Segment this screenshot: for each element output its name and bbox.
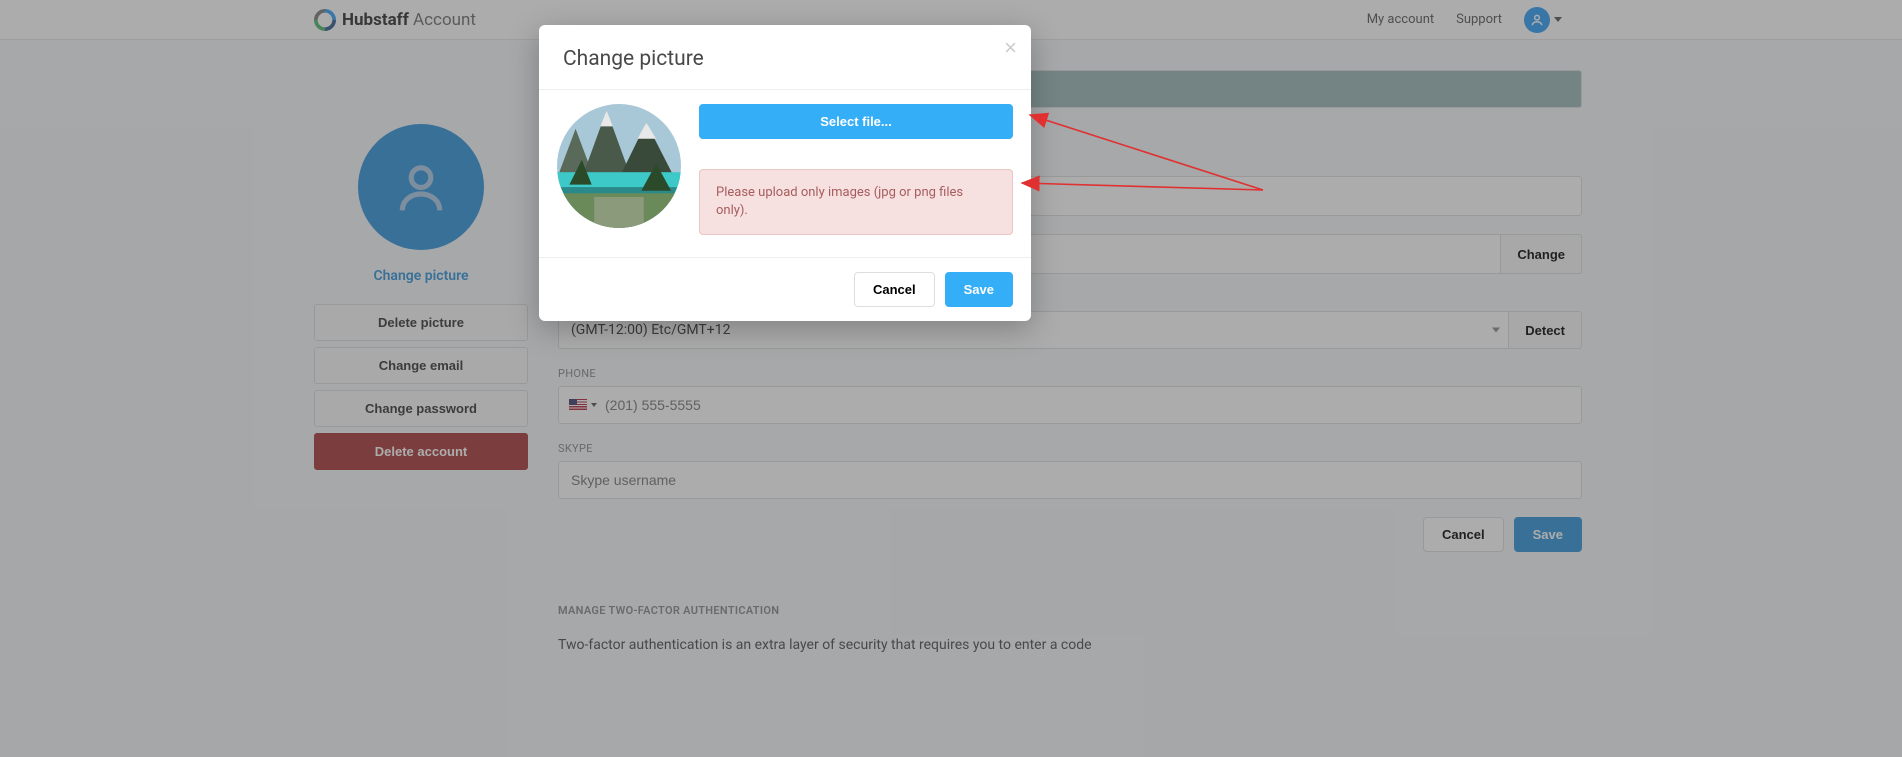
modal-cancel-button[interactable]: Cancel	[854, 272, 935, 307]
close-icon[interactable]: ×	[1004, 35, 1017, 61]
modal-save-button[interactable]: Save	[945, 272, 1013, 307]
change-picture-modal: Change picture × Select file... Please u…	[539, 25, 1031, 321]
modal-title: Change picture	[563, 47, 1007, 71]
select-file-button[interactable]: Select file...	[699, 104, 1013, 139]
upload-error-alert: Please upload only images (jpg or png fi…	[699, 169, 1013, 235]
picture-preview	[557, 104, 681, 228]
